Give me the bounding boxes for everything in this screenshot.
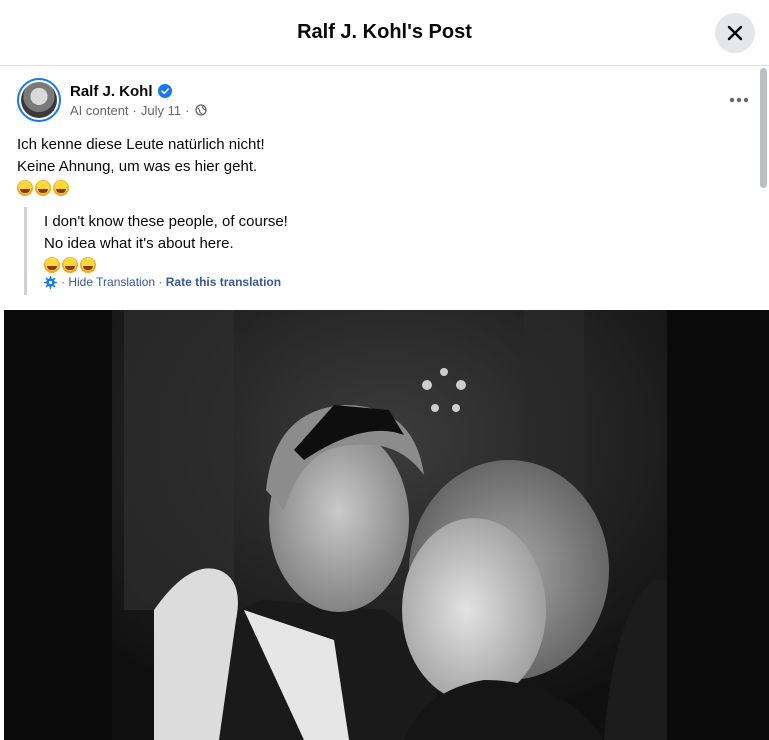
modal-title: Ralf J. Kohl's Post — [297, 21, 472, 43]
more-options-button[interactable] — [725, 86, 753, 114]
post-meta: AI content · July 11 · — [70, 102, 208, 118]
post-container: Ralf J. Kohl AI content · July 11 · Ich … — [0, 66, 769, 740]
emoji-row — [17, 180, 265, 196]
post-header: Ralf J. Kohl AI content · July 11 · — [17, 78, 208, 122]
rolling-laughing-emoji-icon — [35, 180, 51, 196]
verified-badge-icon — [157, 84, 172, 98]
close-icon — [727, 25, 743, 41]
author-block: Ralf J. Kohl AI content · July 11 · — [70, 83, 208, 118]
rolling-laughing-emoji-icon — [17, 180, 33, 196]
modal-header: Ralf J. Kohl's Post — [0, 0, 769, 66]
translation-text: I don't know these people, of course! No… — [44, 207, 288, 273]
rolling-laughing-emoji-icon — [80, 257, 96, 273]
post-text-line: Keine Ahnung, um was es hier geht. — [17, 158, 258, 175]
translation-emoji-row — [44, 257, 288, 273]
rolling-laughing-emoji-icon — [62, 257, 78, 273]
rolling-laughing-emoji-icon — [53, 180, 69, 196]
avatar[interactable] — [17, 78, 61, 122]
post-date[interactable]: July 11 — [141, 103, 181, 118]
author-line: Ralf J. Kohl — [70, 83, 207, 100]
scrollbar-thumb[interactable] — [760, 68, 767, 188]
translation-line: No idea what it's about here. — [44, 235, 234, 252]
translation-block: I don't know these people, of course! No… — [24, 207, 288, 295]
ai-content-label[interactable]: AI content — [70, 103, 129, 118]
rate-translation-link[interactable]: Rate this translation — [166, 275, 281, 289]
close-button[interactable] — [715, 13, 755, 53]
gear-icon[interactable] — [44, 275, 57, 289]
avatar-image — [21, 82, 57, 118]
meta-separator: · — [185, 102, 190, 118]
rolling-laughing-emoji-icon — [44, 257, 60, 273]
post-text-line: Ich kenne diese Leute natürlich nicht! — [17, 136, 265, 153]
post-message: Ich kenne diese Leute natürlich nicht! K… — [17, 134, 265, 196]
hide-translation-link[interactable]: Hide Translation — [68, 275, 155, 289]
meta-separator: · — [132, 102, 137, 118]
meta-separator: · — [61, 275, 69, 289]
translation-line: I don't know these people, of course! — [44, 213, 288, 230]
translation-links: · Hide Translation · Rate this translati… — [44, 275, 288, 289]
post-photo[interactable] — [4, 310, 769, 740]
globe-icon[interactable] — [195, 104, 208, 116]
author-name[interactable]: Ralf J. Kohl — [70, 83, 153, 100]
photo-image — [4, 310, 769, 740]
more-options-icon — [729, 97, 749, 103]
meta-separator: · — [155, 275, 166, 289]
